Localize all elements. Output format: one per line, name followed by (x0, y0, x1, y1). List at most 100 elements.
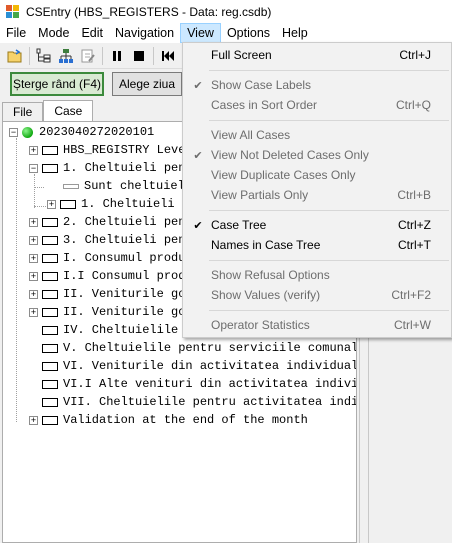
menu-separator (209, 210, 449, 211)
choose-day-button[interactable]: Alege ziua (112, 72, 182, 96)
tree-connector (34, 174, 35, 208)
menu-item-label: View Not Deleted Cases Only (211, 148, 369, 162)
tree-item[interactable]: + I.I Consumul prod (29, 267, 185, 285)
menu-item-operator-statistics[interactable]: Operator Statistics Ctrl+W (183, 315, 451, 335)
tree-item[interactable]: + I. Consumul produ (29, 249, 185, 267)
expand-icon[interactable]: + (29, 271, 38, 281)
case-tree-icon[interactable] (33, 45, 55, 67)
network-icon[interactable] (55, 45, 77, 67)
tree-item[interactable]: + 3. Cheltuieli pen (29, 231, 185, 249)
menu-navigation[interactable]: Navigation (109, 23, 180, 43)
menu-item-label: View All Cases (211, 128, 291, 142)
expand-icon[interactable]: + (29, 235, 38, 245)
record-icon (42, 343, 58, 353)
menu-item-shortcut: Ctrl+T (398, 238, 431, 252)
record-icon (42, 325, 58, 335)
toolbar-separator (102, 46, 103, 65)
expand-icon[interactable]: + (29, 145, 38, 155)
menu-item-view-partials-only[interactable]: View Partials Only Ctrl+B (183, 185, 451, 205)
window-title: CSEntry (HBS_REGISTERS - Data: reg.csdb) (26, 4, 272, 19)
menu-item-shortcut: Ctrl+J (399, 48, 431, 62)
expand-icon[interactable]: + (47, 199, 56, 209)
tree-item-label: IV. Cheltuielile (63, 323, 179, 337)
menu-edit[interactable]: Edit (75, 23, 109, 43)
menu-view[interactable]: View (180, 23, 221, 43)
checkmark-icon: ✔ (193, 149, 203, 162)
menu-item-cases-in-sort-order[interactable]: Cases in Sort Order Ctrl+Q (183, 95, 451, 115)
tree-item-label: I.I Consumul prod (63, 269, 186, 283)
first-record-icon[interactable] (157, 45, 179, 67)
menu-help[interactable]: Help (276, 23, 314, 43)
menu-bar: File Mode Edit Navigation View Options H… (0, 23, 452, 43)
menu-separator (209, 120, 449, 121)
menu-item-case-tree[interactable]: ✔ Case Tree Ctrl+Z (183, 215, 451, 235)
tree-item-label: 1. Cheltuieli pen (63, 161, 186, 175)
tree-item[interactable]: + 2. Cheltuieli pen (29, 213, 185, 231)
tree-item[interactable]: VI.I Alte venituri din activitatea indiv… (42, 375, 356, 393)
collapse-icon[interactable]: − (29, 163, 38, 173)
tree-item[interactable]: + HBS_REGISTRY Leve (29, 141, 185, 159)
record-icon (42, 145, 58, 155)
open-folder-icon[interactable] (4, 45, 26, 67)
record-icon (42, 379, 58, 389)
menu-item-show-case-labels[interactable]: ✔ Show Case Labels (183, 75, 451, 95)
menu-mode[interactable]: Mode (32, 23, 75, 43)
tree-item[interactable]: + II. Veniturile go (29, 285, 185, 303)
menu-item-label: Show Values (verify) (211, 288, 321, 302)
tree-item[interactable]: Sunt cheltuiel (63, 177, 185, 195)
record-icon (42, 415, 58, 425)
tree-connector (16, 138, 17, 422)
tree-item[interactable]: VI. Veniturile din activitatea individua… (42, 357, 356, 375)
menu-item-label: Case Tree (211, 218, 267, 232)
tab-case[interactable]: Case (43, 100, 94, 122)
record-icon (42, 361, 58, 371)
expand-icon[interactable]: + (29, 289, 38, 299)
view-menu-dropdown: Full Screen Ctrl+J ✔ Show Case Labels Ca… (182, 42, 452, 338)
menu-options[interactable]: Options (221, 23, 276, 43)
expand-icon[interactable]: + (29, 307, 38, 317)
record-icon (42, 235, 58, 245)
menu-item-shortcut: Ctrl+Q (395, 98, 431, 112)
tree-item[interactable]: + 1. Cheltuieli (47, 195, 175, 213)
tree-item[interactable]: − 1. Cheltuieli pen (29, 159, 185, 177)
menu-item-view-duplicate-cases-only[interactable]: View Duplicate Cases Only (183, 165, 451, 185)
menu-item-names-in-case-tree[interactable]: Names in Case Tree Ctrl+T (183, 235, 451, 255)
record-icon (42, 271, 58, 281)
expand-icon[interactable]: + (29, 415, 38, 425)
tree-item[interactable]: IV. Cheltuielile (42, 321, 178, 339)
record-icon (42, 217, 58, 227)
menu-item-view-all-cases[interactable]: View All Cases (183, 125, 451, 145)
menu-separator (209, 260, 449, 261)
record-icon (42, 307, 58, 317)
tree-item[interactable]: V. Cheltuielile pentru serviciile comuna… (42, 339, 356, 357)
stop-icon[interactable] (128, 45, 150, 67)
edit-icon[interactable] (77, 45, 99, 67)
tree-item-label: Sunt cheltuiel (84, 179, 185, 193)
menu-separator (209, 310, 449, 311)
collapse-icon[interactable]: − (9, 127, 18, 137)
menu-item-show-refusal-options[interactable]: Show Refusal Options (183, 265, 451, 285)
tree-item[interactable]: + II. Veniturile go (29, 303, 185, 321)
record-icon (42, 397, 58, 407)
pane-tabs: File Case (2, 100, 94, 122)
menu-item-show-values-verify[interactable]: Show Values (verify) Ctrl+F2 (183, 285, 451, 305)
tab-file[interactable]: File (2, 102, 44, 122)
menu-item-label: View Duplicate Cases Only (211, 168, 356, 182)
menu-item-label: Names in Case Tree (211, 238, 321, 252)
tree-item-label: II. Veniturile go (63, 287, 186, 301)
expand-icon[interactable]: + (29, 253, 38, 263)
tree-item-label: HBS_REGISTRY Leve (63, 143, 186, 157)
tree-item-label: I. Consumul produ (63, 251, 186, 265)
status-dot-icon (22, 126, 33, 138)
tree-item[interactable]: + Validation at the end of the month (29, 411, 308, 429)
pause-icon[interactable] (106, 45, 128, 67)
delete-row-button[interactable]: Șterge rând (F4) (10, 72, 104, 96)
tree-root[interactable]: − 2023040272020101 (9, 123, 154, 141)
tree-item-label: 1. Cheltuieli (81, 197, 175, 211)
menu-separator (209, 70, 449, 71)
tree-item[interactable]: VII. Cheltuielile pentru activitatea ind… (42, 393, 356, 411)
expand-icon[interactable]: + (29, 217, 38, 227)
menu-item-view-not-deleted-cases-only[interactable]: ✔ View Not Deleted Cases Only (183, 145, 451, 165)
menu-item-full-screen[interactable]: Full Screen Ctrl+J (183, 45, 451, 65)
menu-file[interactable]: File (0, 23, 32, 43)
